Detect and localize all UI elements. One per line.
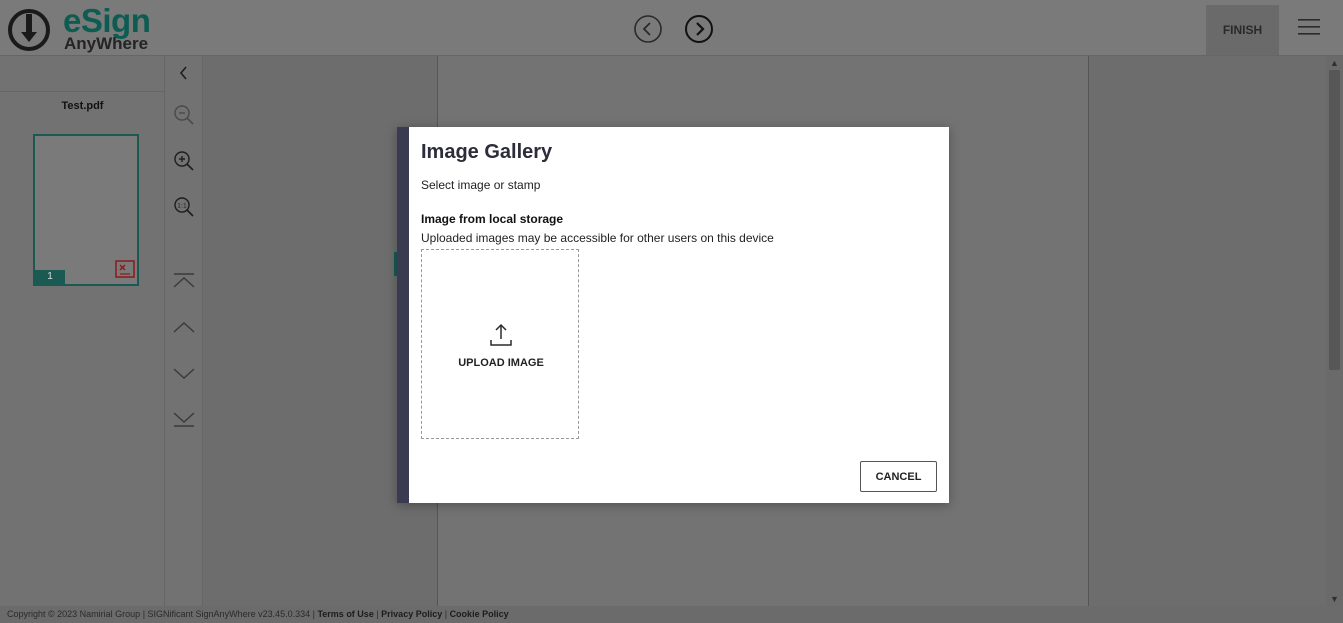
cookie-policy-link[interactable]: Cookie Policy <box>450 609 509 619</box>
scroll-down-icon[interactable]: ▼ <box>1326 592 1343 606</box>
dialog-accent-bar <box>397 127 409 503</box>
image-gallery-dialog: Image Gallery Select image or stamp Imag… <box>397 127 949 503</box>
signature-field-icon[interactable] <box>115 260 135 278</box>
scrollbar-thumb[interactable] <box>1329 70 1340 370</box>
upload-icon <box>490 323 512 346</box>
chevron-right-circle-icon[interactable] <box>684 14 714 44</box>
copyright-text: Copyright © 2023 Namirial Group | SIGNif… <box>7 609 318 619</box>
first-page-icon[interactable] <box>171 268 197 294</box>
zoom-out-icon[interactable] <box>171 102 197 128</box>
next-page-icon[interactable] <box>171 360 197 386</box>
document-file-name: Test.pdf <box>61 100 104 112</box>
logo-text-anywhere: AnyWhere <box>64 34 149 53</box>
hamburger-menu-icon[interactable] <box>1296 16 1322 38</box>
svg-text:1:1: 1:1 <box>177 203 187 210</box>
dialog-title: Image Gallery <box>421 141 553 163</box>
logo: eSign AnyWhere <box>5 2 155 54</box>
dialog-subtitle: Select image or stamp <box>421 178 541 192</box>
esign-logo-icon <box>8 9 50 51</box>
chevron-left-icon[interactable] <box>171 60 197 86</box>
zoom-actual-size-icon[interactable]: 1:1 <box>171 194 197 220</box>
upload-image-label: UPLOAD IMAGE <box>458 357 544 369</box>
footer: Copyright © 2023 Namirial Group | SIGNif… <box>0 606 1343 623</box>
toolbar-column: 1:1 <box>165 56 203 606</box>
page-number-badge: 1 <box>35 270 65 284</box>
terms-of-use-link[interactable]: Terms of Use <box>317 609 373 619</box>
page-thumbnail[interactable]: 1 <box>33 134 139 286</box>
footer-separator: | <box>442 609 450 619</box>
previous-page-icon[interactable] <box>171 314 197 340</box>
top-bar: eSign AnyWhere FINISH <box>0 0 1343 56</box>
thumbnail-panel-header <box>0 56 165 92</box>
local-storage-heading: Image from local storage <box>421 212 564 226</box>
scroll-up-icon[interactable]: ▲ <box>1326 56 1343 70</box>
chevron-left-circle-icon[interactable] <box>633 14 663 44</box>
thumbnail-panel: Test.pdf 1 <box>0 56 165 606</box>
last-page-icon[interactable] <box>171 406 197 432</box>
cancel-button[interactable]: CANCEL <box>860 461 937 492</box>
vertical-scrollbar[interactable]: ▲ ▼ <box>1326 56 1343 606</box>
upload-image-button[interactable]: UPLOAD IMAGE <box>421 249 579 439</box>
privacy-policy-link[interactable]: Privacy Policy <box>381 609 442 619</box>
local-storage-description: Uploaded images may be accessible for ot… <box>421 231 774 245</box>
finish-button[interactable]: FINISH <box>1206 5 1279 55</box>
zoom-in-icon[interactable] <box>171 148 197 174</box>
